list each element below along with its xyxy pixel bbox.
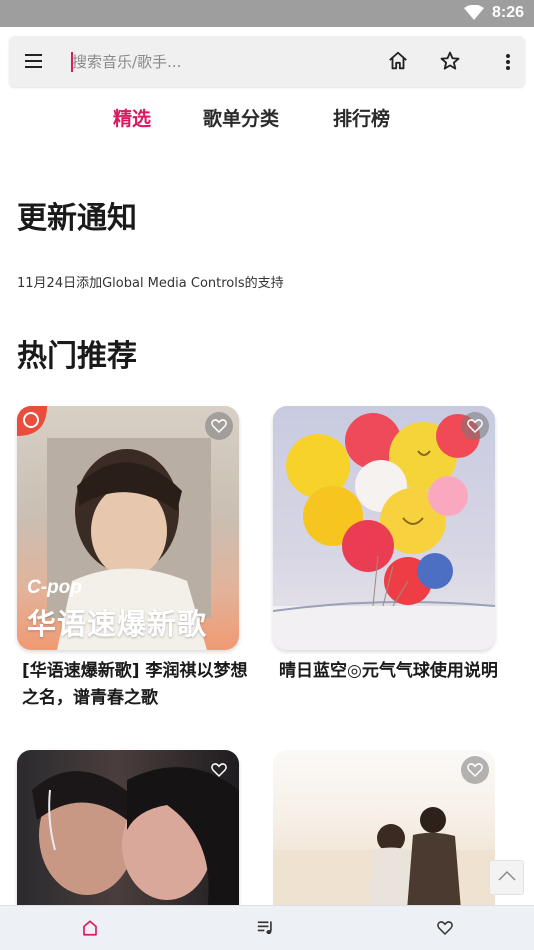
playlist-cover-beach[interactable] xyxy=(273,750,495,910)
status-time: 8:26 xyxy=(491,4,524,21)
update-text: 11月24日添加Global Media Controls的支持 xyxy=(17,276,284,291)
more-vert-icon[interactable] xyxy=(496,50,520,78)
playlist-cover-cpop[interactable]: C-pop 华语速爆新歌 xyxy=(17,406,239,650)
nav-playlist-icon[interactable] xyxy=(254,916,278,940)
tab-playlist-categories[interactable]: 歌单分类 xyxy=(203,104,279,131)
playlist-cover-balloons[interactable] xyxy=(273,406,495,650)
recommend-heading: 热门推荐 xyxy=(17,339,137,374)
cover-tag-text: C-pop xyxy=(27,577,82,598)
playlist-title[interactable]: [华语速爆新歌] 李润祺以梦想之名，谱青春之歌 xyxy=(22,658,262,712)
favorite-button[interactable] xyxy=(461,412,489,440)
home-icon[interactable] xyxy=(387,50,409,76)
playlist-title[interactable]: 晴日蓝空◎元气气球使用说明 xyxy=(279,658,519,685)
playlist-cover-couple[interactable] xyxy=(17,750,239,910)
update-heading: 更新通知 xyxy=(17,201,137,236)
wifi-icon xyxy=(464,4,484,25)
scroll-to-top-button[interactable] xyxy=(489,860,524,895)
favorite-button[interactable] xyxy=(461,756,489,784)
tab-charts[interactable]: 排行榜 xyxy=(333,104,390,131)
tab-bar: 精选 歌单分类 排行榜 xyxy=(0,100,534,134)
nav-home-icon[interactable] xyxy=(78,916,102,940)
search-input[interactable] xyxy=(72,36,362,87)
status-bar: 8:26 xyxy=(0,0,534,27)
search-toolbar xyxy=(9,36,525,87)
cover-title-text: 华语速爆新歌 xyxy=(27,607,208,641)
nav-heart-icon[interactable] xyxy=(433,916,457,940)
star-icon[interactable] xyxy=(439,50,461,76)
menu-icon[interactable] xyxy=(24,51,44,75)
tab-featured[interactable]: 精选 xyxy=(113,104,151,131)
favorite-button[interactable] xyxy=(205,412,233,440)
bottom-nav xyxy=(0,905,534,950)
favorite-button[interactable] xyxy=(205,756,233,784)
chevron-up-icon xyxy=(497,868,517,887)
